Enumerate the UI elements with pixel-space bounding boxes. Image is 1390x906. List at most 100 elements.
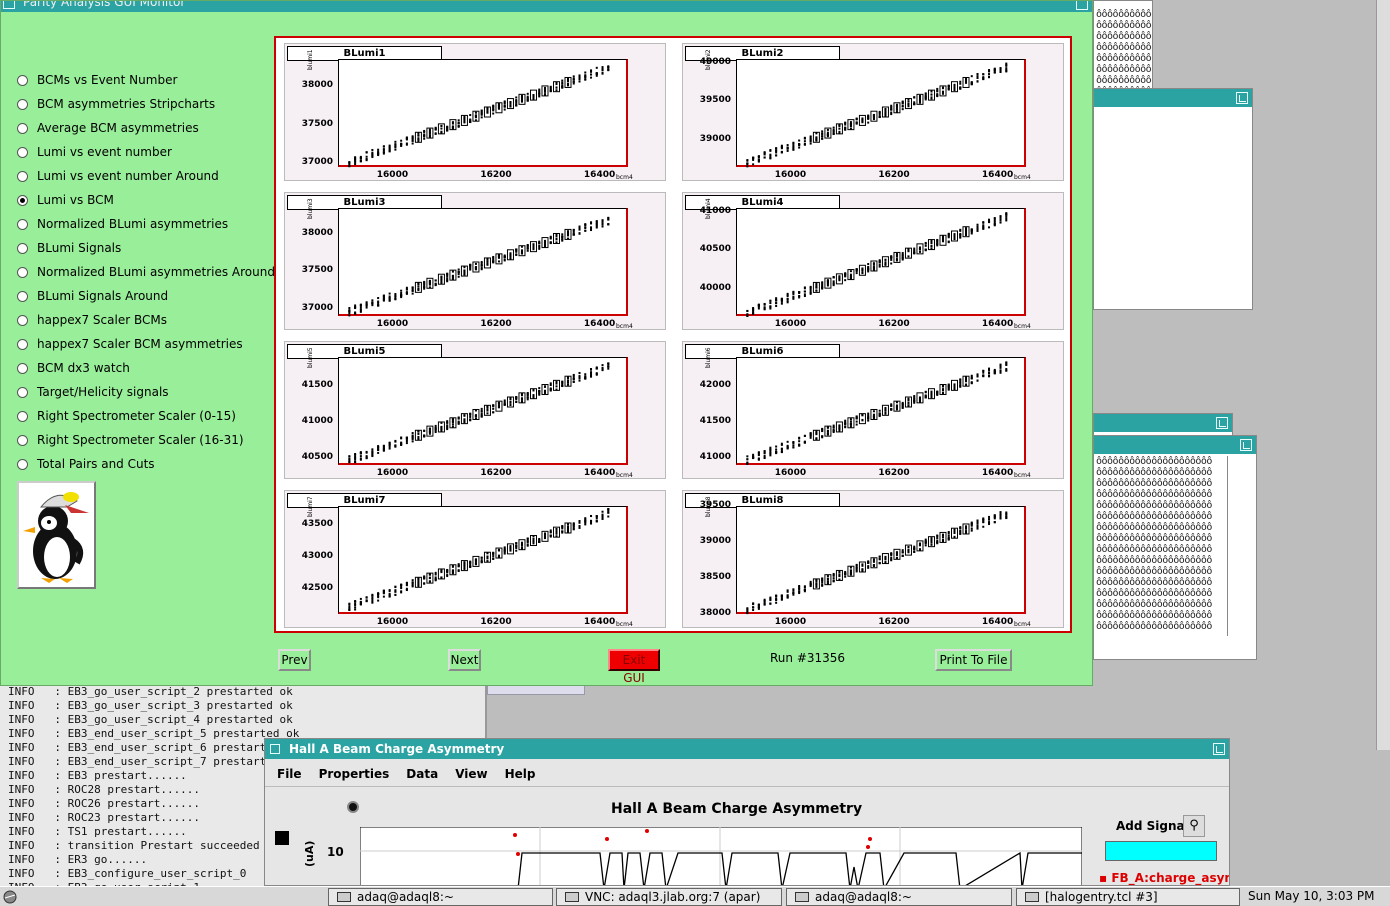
window-titlebar[interactable] xyxy=(1094,414,1232,432)
scatter-point xyxy=(965,80,968,83)
scatter-point xyxy=(786,298,789,301)
window-menu-icon[interactable] xyxy=(270,744,280,754)
option-radio[interactable]: BCMs vs Event Number xyxy=(17,72,177,88)
radio-icon[interactable] xyxy=(17,170,28,182)
window-titlebar[interactable] xyxy=(1094,436,1256,454)
plot-pad[interactable]: BLumi1 37000 37500 38000 16000 16200 16400 bcm4… xyxy=(284,43,666,181)
taskbar-button[interactable]: adaq@adaql8:~ xyxy=(328,888,553,906)
option-radio[interactable]: Total Pairs and Cuts xyxy=(17,456,155,472)
scatter-point xyxy=(936,537,939,540)
radio-icon[interactable] xyxy=(17,386,28,398)
radio-icon[interactable] xyxy=(17,218,28,230)
scatter-point xyxy=(815,585,818,588)
radio-icon[interactable] xyxy=(17,434,28,446)
start-menu-icon[interactable] xyxy=(2,889,18,904)
radio-icon[interactable] xyxy=(17,266,28,278)
maximize-icon[interactable] xyxy=(1076,1,1088,10)
radio-icon[interactable] xyxy=(17,458,28,470)
scatter-point xyxy=(497,260,500,263)
option-radio[interactable]: BLumi Signals Around xyxy=(17,288,168,304)
scatter-point xyxy=(607,65,610,68)
option-radio[interactable]: Lumi vs BCM xyxy=(17,192,114,208)
scatter-point xyxy=(480,266,483,269)
scatter-point xyxy=(815,139,818,142)
print-to-file-button[interactable]: Print To File xyxy=(935,649,1012,671)
scatter-point xyxy=(890,108,893,111)
record-icon[interactable] xyxy=(347,801,359,813)
taskbar-button[interactable]: [halogentry.tcl #3] xyxy=(1016,888,1240,906)
plot-pad[interactable]: BLumi4 40000 40500 41000 16000 16200 16400 bcm4… xyxy=(682,192,1064,330)
next-button[interactable]: Next xyxy=(448,649,481,671)
radio-icon[interactable] xyxy=(17,122,28,134)
option-radio[interactable]: Average BCM asymmetries xyxy=(17,120,199,136)
maximize-icon[interactable] xyxy=(1240,439,1252,451)
signal-legend-item[interactable]: ▪ FB_A:charge_asym xyxy=(1099,871,1229,885)
radio-icon[interactable] xyxy=(17,410,28,422)
scatter-point xyxy=(555,380,558,383)
radio-icon[interactable] xyxy=(17,362,28,374)
scatter-point xyxy=(515,249,518,252)
option-radio[interactable]: Lumi vs event number xyxy=(17,144,172,160)
plot-pad[interactable]: BLumi5 40500 41000 41500 16000 16200 16400 bcm4… xyxy=(284,341,666,479)
radio-icon[interactable] xyxy=(17,242,28,254)
plot-pad[interactable]: BLumi7 42500 43000 43500 16000 16200 16400 bcm4… xyxy=(284,490,666,628)
scatter-point xyxy=(549,384,552,387)
plot-canvas[interactable]: BLumi1 37000 37500 38000 16000 16200 16400 bcm4… xyxy=(274,36,1072,633)
option-radio[interactable]: Normalized BLumi asymmetries Around xyxy=(17,264,275,280)
radio-icon[interactable] xyxy=(17,290,28,302)
option-radio[interactable]: happex7 Scaler BCMs xyxy=(17,312,167,328)
menu-view[interactable]: View xyxy=(455,767,487,781)
window-titlebar[interactable]: Parity Analysis GUI Monitor xyxy=(1,1,1092,12)
option-radio[interactable]: Target/Helicity signals xyxy=(17,384,169,400)
window-titlebar[interactable]: Hall A Beam Charge Asymmetry xyxy=(265,739,1229,759)
option-label: Target/Helicity signals xyxy=(37,385,169,399)
scatter-point xyxy=(446,272,449,275)
option-radio[interactable]: Lumi vs event number Around xyxy=(17,168,219,184)
radio-icon[interactable] xyxy=(17,314,28,326)
radio-icon[interactable] xyxy=(17,74,28,86)
radio-icon[interactable] xyxy=(17,194,28,206)
scatter-point xyxy=(959,382,962,385)
scrollbar[interactable] xyxy=(1376,0,1390,750)
scatter-point xyxy=(769,602,772,605)
signal-color-swatch[interactable] xyxy=(275,831,289,845)
option-radio[interactable]: Normalized BLumi asymmetries xyxy=(17,216,228,232)
option-radio[interactable]: Right Spectrometer Scaler (0-15) xyxy=(17,408,236,424)
exit-gui-button[interactable]: Exit GUI xyxy=(608,649,660,685)
binoculars-icon[interactable]: ⚲ xyxy=(1183,815,1205,837)
scatter-point xyxy=(411,435,414,438)
menu-data[interactable]: Data xyxy=(406,767,438,781)
option-radio[interactable]: BLumi Signals xyxy=(17,240,121,256)
scatter-point xyxy=(826,430,829,433)
window-titlebar[interactable] xyxy=(1094,89,1252,107)
menu-help[interactable]: Help xyxy=(505,767,536,781)
scatter-point xyxy=(400,292,403,295)
scatter-point xyxy=(988,221,991,224)
scatter-point xyxy=(832,580,835,583)
option-radio[interactable]: BCM asymmetries Stripcharts xyxy=(17,96,215,112)
plot-pad[interactable]: BLumi2 39000 39500 40000 16000 16200 16400 bcm4… xyxy=(682,43,1064,181)
radio-icon[interactable] xyxy=(17,98,28,110)
radio-icon[interactable] xyxy=(17,146,28,158)
prev-button[interactable]: Prev xyxy=(278,649,311,671)
taskbar-button[interactable]: adaq@adaql8:~ xyxy=(786,888,1012,906)
radio-icon[interactable] xyxy=(17,338,28,350)
plot-pad[interactable]: BLumi8 38000 38500 39000 39500 16000 16200 1640… xyxy=(682,490,1064,628)
maximize-icon[interactable] xyxy=(1216,417,1228,429)
maximize-icon[interactable] xyxy=(1236,92,1248,104)
option-radio[interactable]: happex7 Scaler BCM asymmetries xyxy=(17,336,243,352)
plot-pad[interactable]: BLumi3 37000 37500 38000 16000 16200 16400 bcm4… xyxy=(284,192,666,330)
option-radio[interactable]: Right Spectrometer Scaler (16-31) xyxy=(17,432,244,448)
menu-file[interactable]: File xyxy=(277,767,302,781)
maximize-icon[interactable] xyxy=(1213,743,1225,755)
menu-properties[interactable]: Properties xyxy=(319,767,390,781)
scatter-point xyxy=(918,246,921,249)
plot-pad[interactable]: BLumi6 41000 41500 42000 16000 16200 16400 bcm4… xyxy=(682,341,1064,479)
add-signal-input[interactable] xyxy=(1105,841,1217,861)
window-menu-icon[interactable] xyxy=(3,1,15,9)
taskbar-button[interactable]: VNC: adaql3.jlab.org:7 (apar) xyxy=(556,888,782,906)
option-radio[interactable]: BCM dx3 watch xyxy=(17,360,130,376)
y-tick-label: 38000 xyxy=(301,228,333,239)
scatter-point xyxy=(947,88,950,91)
scatter-point xyxy=(890,408,893,411)
